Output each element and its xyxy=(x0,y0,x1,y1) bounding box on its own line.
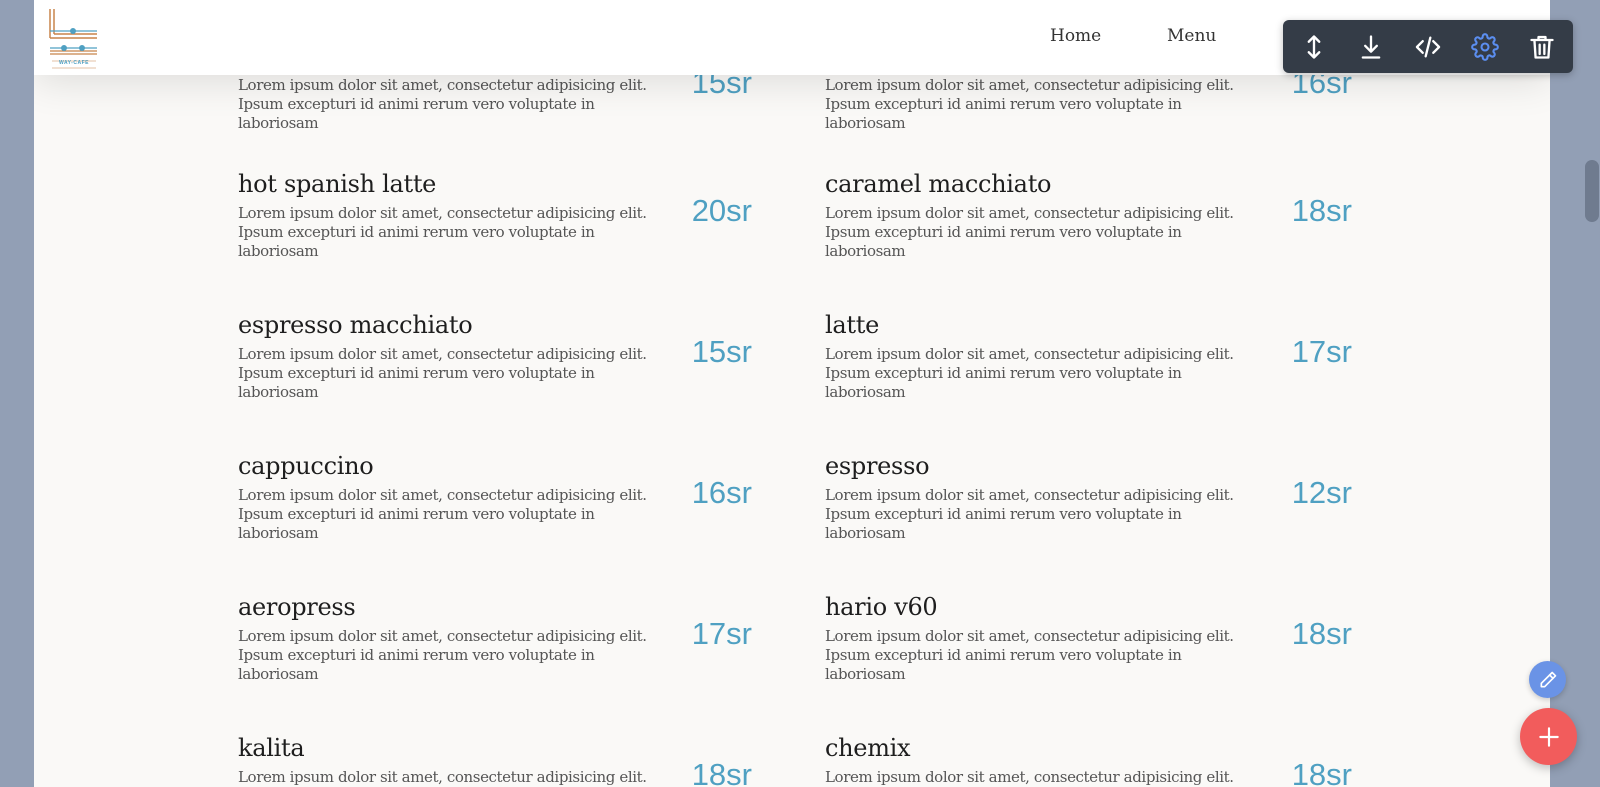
block-toolbar xyxy=(1283,20,1573,73)
nav-link-home[interactable]: Home xyxy=(1050,26,1101,46)
item-description: Lorem ipsum dolor sit amet, consectetur … xyxy=(238,768,647,786)
item-price: 15sr xyxy=(691,334,752,369)
item-price: 17sr xyxy=(691,616,752,651)
move-vertical-icon xyxy=(1307,34,1321,59)
trash-icon xyxy=(1530,35,1554,59)
item-name: hario v60 xyxy=(825,593,938,621)
item-description: Lorem ipsum dolor sit amet, consectetur … xyxy=(825,76,1234,132)
delete-button[interactable] xyxy=(1514,20,1570,73)
item-description: Lorem ipsum dolor sit amet, consectetur … xyxy=(825,486,1234,542)
item-name: hot spanish latte xyxy=(238,170,437,198)
move-block-button[interactable] xyxy=(1286,20,1342,73)
item-description: Lorem ipsum dolor sit amet, consectetur … xyxy=(238,345,647,401)
item-description: Lorem ipsum dolor sit amet, consectetur … xyxy=(238,76,647,132)
pen-icon xyxy=(1540,671,1556,687)
plus-icon xyxy=(1538,726,1559,747)
item-description: Lorem ipsum dolor sit amet, consectetur … xyxy=(825,627,1234,683)
download-icon xyxy=(1361,34,1381,59)
item-price: 20sr xyxy=(691,193,752,228)
add-block-button[interactable] xyxy=(1520,708,1577,765)
scrollbar-thumb[interactable] xyxy=(1585,160,1599,222)
cafe-logo[interactable]: WAY-CAFE xyxy=(48,7,100,69)
item-price: 18sr xyxy=(691,757,752,787)
item-description: Lorem ipsum dolor sit amet, consectetur … xyxy=(238,204,647,260)
page-canvas: Lorem ipsum dolor sit amet, consectetur … xyxy=(34,0,1550,787)
item-description: Lorem ipsum dolor sit amet, consectetur … xyxy=(238,486,647,542)
item-name: caramel macchiato xyxy=(825,170,1052,198)
item-price: 18sr xyxy=(1291,616,1352,651)
item-name: kalita xyxy=(238,734,305,762)
item-price: 18sr xyxy=(1291,193,1352,228)
item-price: 16sr xyxy=(691,475,752,510)
item-price: 17sr xyxy=(1291,334,1352,369)
item-description: Lorem ipsum dolor sit amet, consectetur … xyxy=(825,204,1234,260)
item-name: aeropress xyxy=(238,593,356,621)
item-description: Lorem ipsum dolor sit amet, consectetur … xyxy=(238,627,647,683)
item-name: espresso xyxy=(825,452,930,480)
download-button[interactable] xyxy=(1343,20,1399,73)
item-name: espresso macchiato xyxy=(238,311,473,339)
item-description: Lorem ipsum dolor sit amet, consectetur … xyxy=(825,768,1234,786)
item-name: latte xyxy=(825,311,879,339)
item-price: 18sr xyxy=(1291,757,1352,787)
code-button[interactable] xyxy=(1400,20,1456,73)
item-name: cappuccino xyxy=(238,452,374,480)
nav-link-menu[interactable]: Menu xyxy=(1167,26,1216,46)
gear-icon xyxy=(1471,32,1499,61)
logo-text: WAY-CAFE xyxy=(59,60,89,66)
code-icon xyxy=(1415,36,1441,57)
edit-style-button[interactable] xyxy=(1529,661,1566,698)
item-description: Lorem ipsum dolor sit amet, consectetur … xyxy=(825,345,1234,401)
settings-button[interactable] xyxy=(1457,20,1513,73)
item-name: chemix xyxy=(825,734,911,762)
item-price: 12sr xyxy=(1291,475,1352,510)
